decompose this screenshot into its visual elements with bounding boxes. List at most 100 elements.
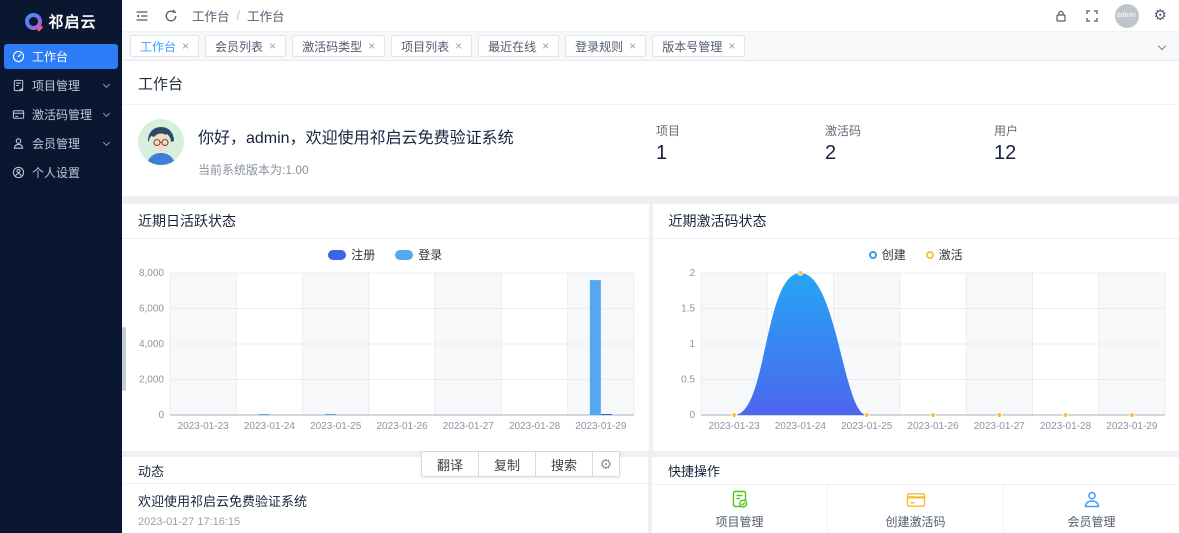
quick-actions-title: 快捷操作 (652, 457, 1179, 485)
sidebar-item-label: 工作台 (32, 50, 69, 64)
activation-code-chart[interactable]: 0 0.5 1 1.5 2 2023-01-23 2023-01-24 2023-01-25 2… (659, 265, 1174, 443)
tab-label: 激活码类型 (302, 39, 363, 54)
legend-label: 激活 (938, 248, 963, 262)
sidebar-item-2[interactable]: 激活码管理 (4, 102, 118, 127)
welcome-avatar (138, 119, 184, 165)
tab-bar: 工作台 × 会员列表 × 激活码类型 × 项目列表 × 最近在线 × 登录规则 × 版本号管理 × (122, 32, 1179, 61)
quick-action-label: 会员管理 (1067, 515, 1116, 529)
close-tab-icon[interactable]: × (182, 40, 189, 52)
member-icon (12, 137, 25, 150)
tab-label: 会员列表 (215, 39, 264, 54)
tab-3[interactable]: 项目列表 × (391, 35, 473, 57)
tab-label: 最近在线 (488, 39, 537, 54)
legend-label: 注册 (351, 248, 376, 262)
app-window: 祁启云 工作台 项目管理 激活码管理 会员管理 个人设置 工作台 / 工作台 a… (0, 0, 1179, 533)
stat-value: 12 (994, 142, 1017, 164)
brand-logo-icon (25, 12, 43, 30)
activation-code-card-title: 近期激活码状态 (652, 204, 1179, 239)
svg-text:1: 1 (689, 339, 695, 350)
refresh-icon[interactable] (163, 8, 179, 24)
tab-5[interactable]: 登录规则 × (565, 35, 647, 57)
scrollbar-thumb[interactable] (122, 327, 126, 391)
tab-list-chevron-down-icon[interactable] (1157, 41, 1167, 51)
toolbar-button-2[interactable]: 搜索 (534, 451, 593, 477)
tab-label: 登录规则 (575, 39, 624, 54)
daily-activity-card-title: 近期日活跃状态 (122, 204, 649, 239)
toolbar-gear-icon[interactable]: ⚙ (592, 451, 620, 477)
legend-label: 登录 (418, 248, 443, 262)
svg-text:2023-01-28: 2023-01-28 (1039, 421, 1091, 432)
legend-label: 创建 (881, 248, 906, 262)
quick-action-1[interactable]: 创建激活码 (827, 485, 1003, 533)
breadcrumb-item[interactable]: 工作台 (192, 6, 230, 25)
tab-2[interactable]: 激活码类型 × (292, 35, 386, 57)
settings-gear-icon[interactable]: ⚙ (1154, 8, 1167, 23)
close-tab-icon[interactable]: × (455, 40, 462, 52)
quick-actions-card: 快捷操作 项目管理 创建激活码 会员管理 (652, 457, 1179, 533)
stat-0: 项目 1 (656, 122, 825, 165)
stat-1: 激活码 2 (825, 122, 994, 165)
profile-icon (12, 166, 25, 179)
tab-6[interactable]: 版本号管理 × (652, 35, 746, 57)
close-tab-icon[interactable]: × (542, 40, 549, 52)
sidebar-menu: 工作台项目管理激活码管理会员管理个人设置 (0, 42, 122, 191)
fullscreen-icon[interactable] (1084, 8, 1100, 24)
daily-activity-legend: 注册 登录 (122, 239, 649, 265)
close-tab-icon[interactable]: × (368, 40, 375, 52)
sidebar-item-4[interactable]: 个人设置 (4, 160, 118, 185)
sidebar-item-0[interactable]: 工作台 (4, 44, 118, 69)
legend-item-创建[interactable]: 创建 (868, 246, 906, 263)
lock-screen-icon[interactable] (1053, 8, 1069, 24)
tab-1[interactable]: 会员列表 × (205, 35, 287, 57)
svg-text:1.5: 1.5 (681, 304, 695, 315)
quick-action-0[interactable]: 项目管理 (652, 485, 827, 533)
tab-0[interactable]: 工作台 × (130, 35, 200, 57)
sidebar: 祁启云 工作台项目管理激活码管理会员管理个人设置 (0, 0, 122, 533)
svg-text:2023-01-28: 2023-01-28 (509, 421, 561, 432)
stat-label: 激活码 (825, 124, 862, 138)
quick-action-label: 项目管理 (715, 515, 764, 529)
svg-text:0: 0 (158, 410, 164, 421)
legend-item-注册[interactable]: 注册 (328, 246, 375, 263)
legend-item-激活[interactable]: 激活 (925, 246, 963, 263)
svg-text:2023-01-23: 2023-01-23 (178, 421, 230, 432)
workbench-header-block: 工作台 你好，admin，欢迎使用祁启云免费验证系统 当前系统版本为:1.00 … (122, 61, 1179, 196)
activation-code-legend: 创建 激活 (653, 239, 1179, 265)
close-tab-icon[interactable]: × (629, 40, 636, 52)
breadcrumb-separator: / (236, 8, 240, 23)
breadcrumb: 工作台 / 工作台 (192, 6, 285, 25)
quick-action-2[interactable]: 会员管理 (1003, 485, 1179, 533)
svg-text:2023-01-24: 2023-01-24 (244, 421, 296, 432)
collapse-sidebar-icon[interactable] (134, 8, 150, 24)
tab-4[interactable]: 最近在线 × (478, 35, 560, 57)
brand-name: 祁启云 (48, 13, 97, 31)
sidebar-item-1[interactable]: 项目管理 (4, 73, 118, 98)
user-avatar[interactable]: admin (1114, 3, 1139, 28)
daily-activity-card: 近期日活跃状态 注册 登录 0 2,000 4,000 6,000 8,000 2023-0… (122, 204, 649, 451)
sidebar-item-3[interactable]: 会员管理 (4, 131, 118, 156)
dashboard-icon (12, 50, 25, 63)
svg-text:2023-01-25: 2023-01-25 (841, 421, 893, 432)
svg-text:2,000: 2,000 (139, 375, 164, 386)
brand[interactable]: 祁启云 (0, 0, 122, 42)
legend-item-登录[interactable]: 登录 (395, 246, 442, 263)
main-area: 工作台 / 工作台 admin ⚙ 工作台 × 会员列表 × 激活码类型 × 项… (122, 0, 1179, 533)
tab-label: 工作台 (140, 39, 177, 54)
close-tab-icon[interactable]: × (269, 40, 276, 52)
legend-marker-icon (328, 249, 347, 260)
close-tab-icon[interactable]: × (728, 40, 735, 52)
welcome-greeting: 你好，admin，欢迎使用祁启云免费验证系统 (198, 130, 514, 147)
chevron-down-icon (102, 109, 111, 118)
svg-text:2: 2 (689, 268, 695, 279)
svg-text:8,000: 8,000 (139, 268, 164, 279)
feed-timestamp: 2023-01-27 17:16:15 (138, 516, 241, 528)
svg-text:2023-01-24: 2023-01-24 (774, 421, 826, 432)
sidebar-item-label: 会员管理 (32, 137, 81, 151)
toolbar-button-0[interactable]: 翻译 (420, 451, 479, 477)
system-version-note: 当前系统版本为:1.00 (198, 163, 309, 177)
topbar: 工作台 / 工作台 admin ⚙ (122, 0, 1179, 32)
toolbar-button-1[interactable]: 复制 (477, 451, 536, 477)
daily-activity-chart[interactable]: 0 2,000 4,000 6,000 8,000 2023-01-23 2023-01-2… (128, 265, 643, 443)
breadcrumb-item-current: 工作台 (247, 10, 285, 24)
svg-text:2023-01-29: 2023-01-29 (575, 421, 627, 432)
